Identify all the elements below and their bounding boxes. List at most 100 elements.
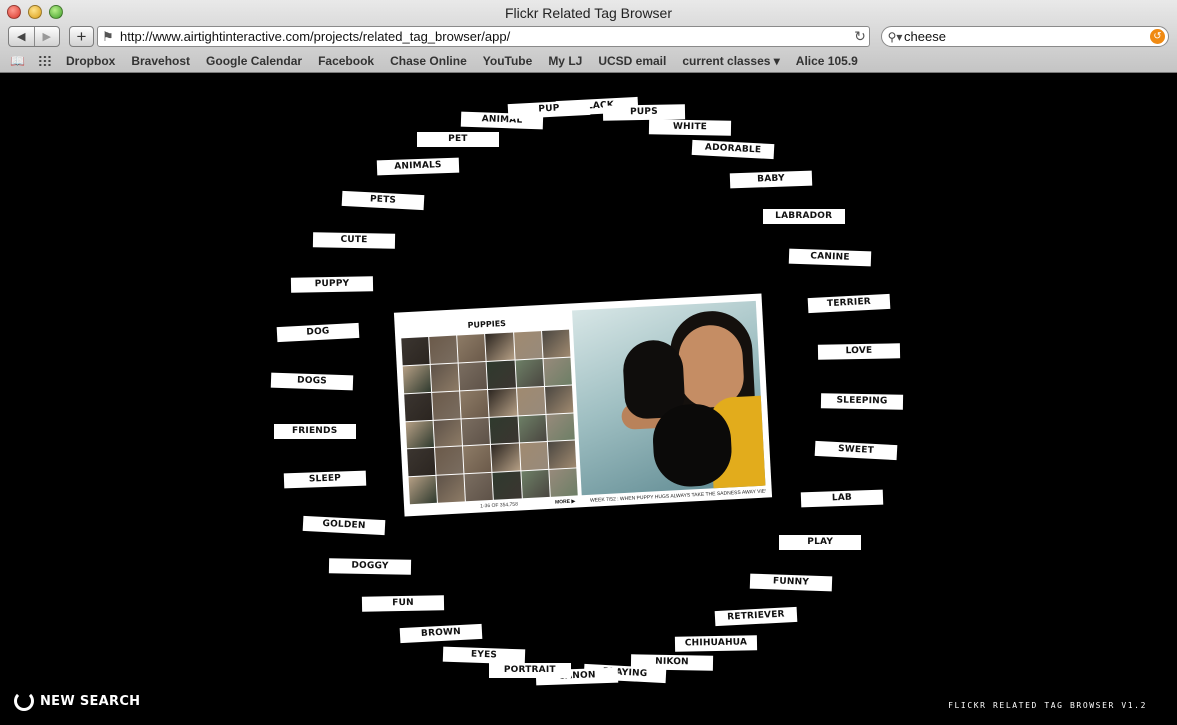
thumbnail[interactable] <box>461 417 491 446</box>
tag-doggy[interactable]: DOGGY <box>329 558 412 576</box>
forward-button[interactable]: ▶ <box>33 27 60 46</box>
thumbnail[interactable] <box>433 418 463 448</box>
thumbnail[interactable] <box>543 357 572 386</box>
thumbnail[interactable] <box>549 468 578 497</box>
bookmark-bravehost[interactable]: Bravehost <box>131 54 190 68</box>
tag-lab[interactable]: LAB <box>800 489 884 508</box>
thumbnail[interactable] <box>404 392 433 421</box>
tag-dogs[interactable]: DOGS <box>270 372 354 391</box>
tag-play[interactable]: PLAY <box>779 535 862 551</box>
result-count: 1-36 OF 354,758 <box>480 501 519 510</box>
thumbnail[interactable] <box>407 448 436 477</box>
card-title: PUPPIES <box>467 318 507 330</box>
tag-golden[interactable]: GOLDEN <box>302 515 386 535</box>
tag-brown[interactable]: BROWN <box>399 623 483 643</box>
bookmark-facebook[interactable]: Facebook <box>318 54 374 68</box>
thumbnail[interactable] <box>490 415 519 445</box>
tag-pups[interactable]: PUPS <box>603 104 686 121</box>
thumbnail[interactable] <box>432 391 461 420</box>
tag-portrait[interactable]: PORTRAIT <box>488 662 571 678</box>
top-sites-grid-icon[interactable] <box>38 55 52 67</box>
thumbnail[interactable] <box>463 445 492 474</box>
bookmark-current-classes[interactable]: current classes ▾ <box>682 54 779 68</box>
thumbnail[interactable] <box>401 336 430 366</box>
bookmarks-book-icon[interactable]: 📖 <box>10 54 28 68</box>
bookmarks-bar: 📖 Dropbox Bravehost Google Calendar Face… <box>0 51 1177 71</box>
tag-terrier[interactable]: TERRIER <box>807 293 890 314</box>
address-bar[interactable]: ⚑ http://www.airtightinteractive.com/pro… <box>97 26 870 47</box>
tag-pets[interactable]: PETS <box>341 191 424 211</box>
thumbnail[interactable] <box>436 474 466 503</box>
thumbnail[interactable] <box>435 446 464 475</box>
thumbnail[interactable] <box>402 364 432 394</box>
tag-labrador[interactable]: LABRADOR <box>762 208 845 224</box>
tag-adorable[interactable]: ADORABLE <box>691 140 775 160</box>
tag-friends[interactable]: FRIENDS <box>273 423 356 439</box>
nav-buttons: ◀ ▶ <box>8 26 60 47</box>
thumbnail[interactable] <box>541 329 571 358</box>
tag-love[interactable]: LOVE <box>818 343 901 361</box>
bookmark-youtube[interactable]: YouTube <box>483 54 533 68</box>
thumbnail[interactable] <box>408 475 438 505</box>
thumbnail[interactable] <box>488 388 518 417</box>
bookmark-chase-online[interactable]: Chase Online <box>390 54 467 68</box>
thumbnail[interactable] <box>492 471 522 500</box>
bookmark-google-calendar[interactable]: Google Calendar <box>206 54 302 68</box>
url-input[interactable]: http://www.airtightinteractive.com/proje… <box>120 29 851 44</box>
thumbnail[interactable] <box>458 361 488 391</box>
thumbnail[interactable] <box>547 440 577 470</box>
tag-chihuahua[interactable]: CHIHUAHUA <box>674 634 758 652</box>
tag-eyes[interactable]: EYES <box>442 646 526 665</box>
tag-retriever[interactable]: RETRIEVER <box>714 606 798 626</box>
bookmark-ucsd-email[interactable]: UCSD email <box>598 54 666 68</box>
thumbnail[interactable] <box>515 358 544 388</box>
thumbnail[interactable] <box>519 442 549 471</box>
thumbnail[interactable] <box>546 413 575 442</box>
tag-sleep[interactable]: SLEEP <box>284 470 367 489</box>
search-input[interactable]: cheese <box>904 29 1150 44</box>
thumbnail-grid <box>401 329 578 505</box>
tag-sleeping[interactable]: SLEEPING <box>820 393 903 410</box>
back-button[interactable]: ◀ <box>9 27 34 46</box>
tag-canine[interactable]: CANINE <box>788 248 872 267</box>
bookmark-alice-1059[interactable]: Alice 105.9 <box>796 54 858 68</box>
new-search-button[interactable]: NEW SEARCH <box>14 691 140 711</box>
window-title: Flickr Related Tag Browser <box>504 5 673 21</box>
browser-chrome: Flickr Related Tag Browser ◀ ▶ + ⚑ http:… <box>0 0 1177 73</box>
thumbnail[interactable] <box>430 363 460 392</box>
bookmark-my-lj[interactable]: My LJ <box>548 54 582 68</box>
tag-pet[interactable]: PET <box>416 132 499 148</box>
featured-photo[interactable] <box>572 300 766 496</box>
bookmark-dropbox[interactable]: Dropbox <box>66 54 115 68</box>
thumbnail[interactable] <box>485 332 515 361</box>
tag-animals[interactable]: ANIMALS <box>376 157 459 176</box>
tag-cute[interactable]: CUTE <box>312 232 395 249</box>
tag-fun[interactable]: FUN <box>361 595 445 612</box>
thumbnail[interactable] <box>405 420 435 449</box>
tag-baby[interactable]: BABY <box>729 170 813 189</box>
tag-white[interactable]: WHITE <box>648 119 732 136</box>
thumbnail[interactable] <box>487 360 516 389</box>
add-bookmark-button[interactable]: + <box>69 26 94 47</box>
thumbnail[interactable] <box>521 470 550 499</box>
tag-pup[interactable]: PUP <box>507 99 591 119</box>
thumbnail[interactable] <box>460 389 489 418</box>
search-field[interactable]: ⚲▾ cheese ↺ <box>881 26 1169 47</box>
title-bar: Flickr Related Tag Browser <box>0 0 1177 26</box>
more-link[interactable]: MORE ▶ <box>555 499 576 506</box>
tag-sweet[interactable]: SWEET <box>814 441 898 461</box>
thumbnail[interactable] <box>464 473 494 502</box>
search-icon[interactable]: ⚲▾ <box>882 30 904 44</box>
thumbnail[interactable] <box>518 414 547 443</box>
thumbnail[interactable] <box>516 386 546 415</box>
thumbnail[interactable] <box>457 334 487 363</box>
reload-icon[interactable]: ↻ <box>851 28 869 45</box>
thumbnail[interactable] <box>544 385 574 414</box>
thumbnail[interactable] <box>429 335 458 364</box>
snapback-icon[interactable]: ↺ <box>1150 29 1165 44</box>
tag-funny[interactable]: FUNNY <box>750 573 833 592</box>
tag-dog[interactable]: DOG <box>276 322 360 342</box>
thumbnail[interactable] <box>491 443 521 472</box>
thumbnail[interactable] <box>513 331 543 360</box>
tag-puppy[interactable]: PUPPY <box>290 276 374 293</box>
